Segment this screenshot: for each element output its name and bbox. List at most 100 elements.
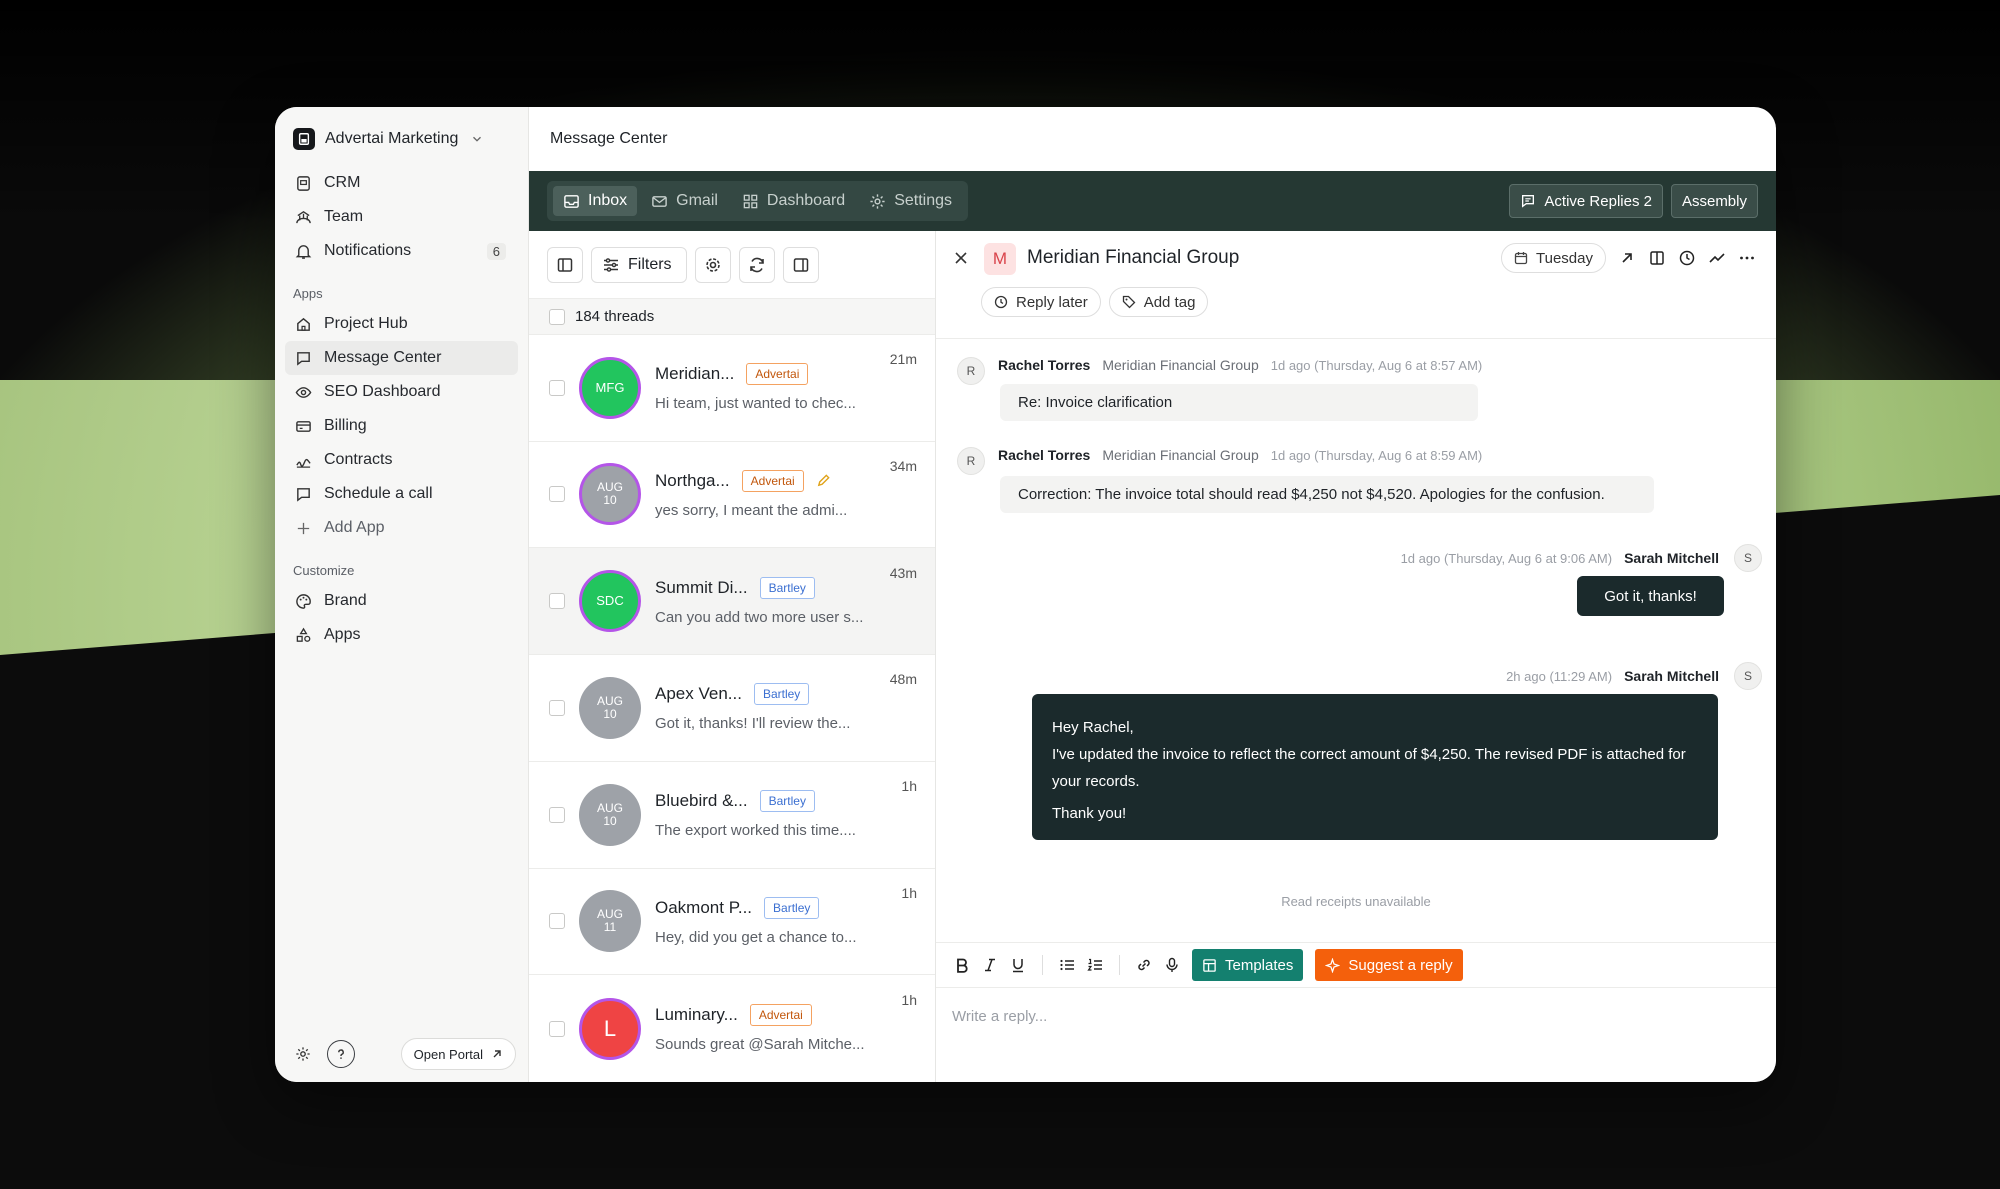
sidebar-item-apps[interactable]: Apps xyxy=(285,618,518,652)
thread-preview: yes sorry, I meant the admi... xyxy=(655,501,848,519)
calendar-icon xyxy=(1514,252,1528,265)
refresh-button[interactable] xyxy=(738,246,775,283)
clock-icon[interactable] xyxy=(1678,249,1696,267)
reply-input[interactable] xyxy=(936,988,1776,1082)
thread-checkbox[interactable] xyxy=(549,699,565,716)
thread-checkbox[interactable] xyxy=(549,593,565,610)
sidebar-item-contracts[interactable]: Contracts xyxy=(285,443,518,477)
toggle-detail-panel-button[interactable] xyxy=(782,246,819,283)
conversation-avatar: M xyxy=(984,243,1016,275)
settings-button[interactable] xyxy=(289,1040,317,1068)
tab-label: Gmail xyxy=(676,192,718,209)
sidebar-item-message-center[interactable]: Message Center xyxy=(285,341,518,375)
page-title: Message Center xyxy=(550,130,668,147)
message-org: Meridian Financial Group xyxy=(1102,357,1259,373)
sidebar-item-schedule-call[interactable]: Schedule a call xyxy=(285,477,518,511)
tab-inbox[interactable]: Inbox xyxy=(553,186,638,216)
select-all-checkbox[interactable] xyxy=(549,308,565,325)
assembly-button[interactable]: Assembly xyxy=(1670,184,1758,218)
toolbar-divider xyxy=(1119,955,1120,975)
message-line: Hey Rachel, xyxy=(1052,719,1134,736)
avatar: S xyxy=(1734,662,1762,690)
message-org: Meridian Financial Group xyxy=(1102,447,1259,463)
add-tag-button[interactable]: Add tag xyxy=(1108,287,1209,317)
more-options-icon[interactable] xyxy=(1738,249,1756,267)
plus-icon xyxy=(297,522,310,534)
tab-dashboard[interactable]: Dashboard xyxy=(732,186,855,216)
eye-icon xyxy=(295,386,312,398)
thread-row[interactable]: AUG 11 Oakmont P... Bartley 1h Hey, did … xyxy=(529,869,935,976)
message-meta: Rachel Torres Meridian Financial Group 1… xyxy=(998,357,1482,373)
sidebar-item-crm[interactable]: CRM xyxy=(285,166,518,200)
message-square-icon xyxy=(1522,195,1535,208)
numbered-list-icon[interactable] xyxy=(1087,957,1103,973)
thread-tag: Advertai xyxy=(749,1004,812,1027)
palette-icon xyxy=(296,593,311,609)
active-replies-button[interactable]: Active Replies 2 xyxy=(1509,184,1663,218)
section-label-apps: Apps xyxy=(293,286,323,301)
app-window: Advertai Marketing CRM Team Notification… xyxy=(275,107,1776,1082)
thread-time: 21m xyxy=(889,351,917,368)
close-icon[interactable] xyxy=(952,249,970,267)
trend-icon[interactable] xyxy=(1708,249,1726,267)
expand-arrow-icon[interactable] xyxy=(1618,249,1636,267)
thread-name: Bluebird &... xyxy=(655,791,748,811)
sidebar-item-brand[interactable]: Brand xyxy=(285,584,518,618)
sidebar-item-seo-dashboard[interactable]: SEO Dashboard xyxy=(285,375,518,409)
open-portal-button[interactable]: Open Portal xyxy=(400,1038,516,1070)
thread-checkbox[interactable] xyxy=(549,486,565,503)
thread-body: Northga... Advertai 34m yes sorry, I mea… xyxy=(655,458,917,519)
thread-row[interactable]: MFG Meridian... Advertai 21m Hi team, ju… xyxy=(529,335,935,442)
thread-checkbox[interactable] xyxy=(549,913,565,930)
date-pill[interactable]: Tuesday xyxy=(1501,243,1606,273)
thread-time: 43m xyxy=(889,564,917,581)
clock-icon xyxy=(994,295,1008,309)
link-icon[interactable] xyxy=(1136,957,1152,973)
help-button[interactable] xyxy=(327,1040,355,1068)
thread-row[interactable]: AUG 10 Northga... Advertai 34m yes sorry… xyxy=(529,442,935,549)
templates-button[interactable]: Templates xyxy=(1192,949,1304,981)
message-time: 1d ago (Thursday, Aug 6 at 8:57 AM) xyxy=(1270,357,1483,373)
thread-header: Summit Di... Bartley 43m xyxy=(655,565,917,599)
message-meta: 1d ago (Thursday, Aug 6 at 9:06 AM) Sara… xyxy=(1401,550,1719,566)
message-line: Thank you! xyxy=(1052,805,1127,822)
bold-icon[interactable] xyxy=(954,957,970,973)
thread-row[interactable]: L Luminary... Advertai 1h Sounds great @… xyxy=(529,975,935,1082)
tab-settings[interactable]: Settings xyxy=(859,186,962,216)
sidebar-item-billing[interactable]: Billing xyxy=(285,409,518,443)
underline-icon[interactable] xyxy=(1010,957,1026,973)
toggle-sidebar-button[interactable] xyxy=(547,246,583,283)
thread-checkbox[interactable] xyxy=(549,1020,565,1037)
microphone-icon[interactable] xyxy=(1164,957,1180,973)
thread-tag: Bartley xyxy=(759,790,815,813)
avatar: L xyxy=(579,997,641,1060)
thread-name: Meridian... xyxy=(655,364,735,384)
italic-icon[interactable] xyxy=(982,957,998,973)
bullet-list-icon[interactable] xyxy=(1059,957,1075,973)
thread-row[interactable]: SDC Summit Di... Bartley 43m Can you add… xyxy=(529,548,935,656)
message-sender: Rachel Torres xyxy=(998,357,1091,373)
workspace-switcher[interactable]: Advertai Marketing xyxy=(285,122,518,156)
billing-icon xyxy=(296,420,311,432)
thread-checkbox[interactable] xyxy=(549,379,565,396)
filters-button[interactable]: Filters xyxy=(591,246,687,283)
suggest-reply-button[interactable]: Suggest a reply xyxy=(1315,949,1463,981)
message-time: 1d ago (Thursday, Aug 6 at 9:06 AM) xyxy=(1400,550,1613,566)
tab-label: Inbox xyxy=(588,192,628,209)
avatar-initials: MFG xyxy=(595,379,625,395)
list-settings-button[interactable] xyxy=(694,246,731,283)
split-view-icon[interactable] xyxy=(1648,249,1666,267)
template-icon xyxy=(1203,958,1216,972)
reply-later-button[interactable]: Reply later xyxy=(981,287,1101,317)
thread-preview: The export worked this time.... xyxy=(655,822,856,840)
sidebar-item-team[interactable]: Team xyxy=(285,200,518,234)
avatar: SDC xyxy=(579,570,641,633)
add-app-button[interactable]: Add App xyxy=(285,511,518,545)
thread-tag: Bartley xyxy=(759,576,815,599)
sidebar-item-project-hub[interactable]: Project Hub xyxy=(285,307,518,341)
tab-gmail[interactable]: Gmail xyxy=(641,186,728,216)
thread-checkbox[interactable] xyxy=(549,806,565,823)
sidebar-item-notifications[interactable]: Notifications 6 xyxy=(285,234,518,268)
thread-row[interactable]: AUG 10 Bluebird &... Bartley 1h The expo… xyxy=(529,762,935,869)
thread-row[interactable]: AUG 10 Apex Ven... Bartley 48m Got it, t… xyxy=(529,655,935,762)
